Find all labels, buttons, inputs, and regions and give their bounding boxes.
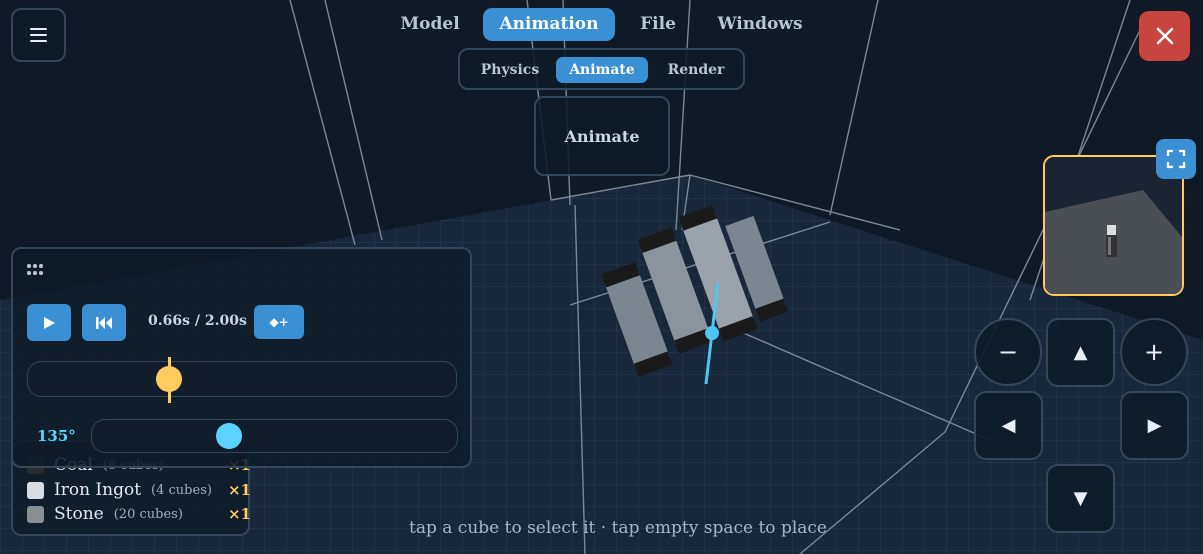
hint-text: tap a cube to select it · tap empty spac…	[409, 518, 827, 538]
animation-panel: 0.66s / 2.00s ◆+ 135°	[11, 247, 472, 468]
material-swatch	[27, 481, 44, 499]
zoom-out-button[interactable]: −	[974, 318, 1042, 386]
time-readout: 0.66s / 2.00s	[148, 313, 247, 329]
timeline-thumb[interactable]	[155, 366, 182, 392]
zoom-in-button[interactable]: +	[1120, 318, 1188, 386]
tab-model[interactable]: Model	[396, 8, 464, 41]
move-down-button[interactable]: ▼	[1046, 464, 1115, 533]
subtab-physics[interactable]: Physics	[476, 57, 544, 83]
timeline-slider[interactable]	[27, 361, 457, 397]
move-up-button[interactable]: ▲	[1046, 318, 1115, 387]
angle-thumb[interactable]	[215, 423, 242, 449]
tab-animation[interactable]: Animation	[483, 8, 615, 41]
material-multiplier: ×1	[227, 481, 251, 499]
subtab-bar: Physics Animate Render	[458, 48, 745, 90]
angle-label: 135°	[37, 427, 76, 445]
material-name: Iron Ingot	[54, 480, 142, 500]
tab-file[interactable]: File	[632, 8, 684, 41]
close-icon	[1156, 27, 1173, 45]
rewind-icon	[96, 316, 112, 329]
add-keyframe-button[interactable]: ◆+	[254, 305, 304, 339]
drag-grip-icon[interactable]	[27, 264, 47, 278]
fullscreen-button[interactable]	[1156, 139, 1196, 179]
tab-windows[interactable]: Windows	[712, 8, 808, 41]
material-count: (20 cubes)	[113, 506, 183, 522]
close-button[interactable]	[1139, 11, 1190, 61]
material-count: (4 cubes)	[151, 482, 212, 498]
pivot-point	[705, 326, 719, 340]
menu-button[interactable]	[11, 8, 66, 62]
play-button[interactable]	[27, 304, 71, 341]
angle-slider[interactable]	[91, 419, 458, 453]
rewind-button[interactable]	[82, 304, 126, 341]
subtab-animate[interactable]: Animate	[556, 57, 648, 83]
material-multiplier: ×1	[227, 505, 251, 523]
material-row-stone[interactable]: Stone (20 cubes) ×1	[27, 503, 251, 525]
fullscreen-icon	[1166, 149, 1186, 169]
play-icon	[44, 316, 55, 329]
mode-label-box: Animate	[534, 96, 670, 176]
menu-icon	[30, 24, 47, 46]
material-row-iron-ingot[interactable]: Iron Ingot (4 cubes) ×1	[27, 479, 251, 501]
move-right-button[interactable]: ▶	[1120, 391, 1189, 460]
material-name: Stone	[54, 504, 104, 524]
move-left-button[interactable]: ◀	[974, 391, 1043, 460]
material-swatch	[27, 505, 44, 523]
subtab-render[interactable]: Render	[660, 57, 732, 83]
